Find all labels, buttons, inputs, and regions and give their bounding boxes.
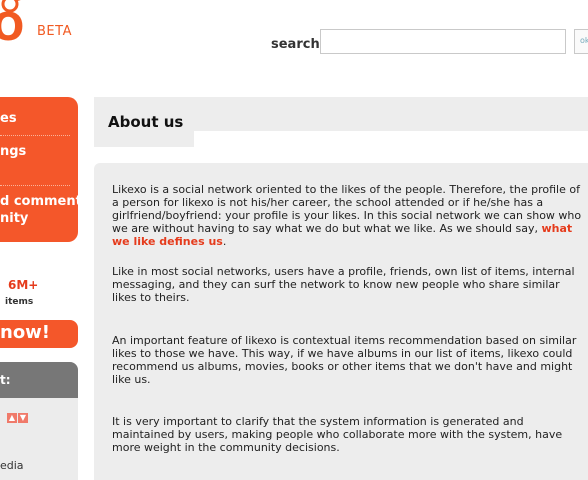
about-paragraph-3: An important feature of likexo is contex… [112, 334, 577, 386]
about-paragraph-2: Like in most social networks, users have… [112, 265, 575, 304]
items-count-label: items [5, 297, 34, 307]
side-menu-item[interactable]: d comment [0, 194, 82, 209]
arrow-down-icon[interactable]: ▼ [18, 413, 28, 423]
about-paragraph-1: Likexo is a social network oriented to t… [112, 183, 586, 248]
side-box-header: t: [0, 362, 78, 398]
side-menu-item[interactable]: es [0, 111, 17, 126]
side-box-title: t: [0, 373, 11, 387]
side-box-item[interactable]: edia [0, 459, 24, 472]
divider [0, 135, 70, 136]
side-menu-item[interactable]: nity [0, 211, 28, 226]
page-title: About us [108, 113, 184, 131]
page: O BETA search ok es ngs d comment nity 6… [0, 0, 588, 480]
about-paragraph-4: It is very important to clarify that the… [112, 415, 563, 454]
about-body: Likexo is a social network oriented to t… [94, 163, 588, 480]
about-paragraph-1-text: Likexo is a social network oriented to t… [112, 183, 582, 235]
divider [0, 185, 70, 186]
about-header: About us [94, 97, 588, 147]
items-count: 6M+ [8, 278, 39, 292]
join-now-button[interactable]: now! [0, 320, 78, 348]
side-box: t: ▲ ▼ edia [0, 362, 78, 480]
about-header-notch [194, 131, 588, 147]
search-label: search [271, 37, 320, 52]
search-input[interactable] [320, 29, 566, 54]
arrow-up-icon[interactable]: ▲ [7, 413, 17, 423]
search-button[interactable]: ok [574, 29, 588, 54]
about-paragraph-1-end: . [222, 235, 227, 248]
sort-arrows: ▲ ▼ [7, 405, 29, 424]
side-menu: es ngs d comment nity [0, 97, 82, 242]
beta-badge: BETA [37, 24, 72, 39]
side-menu-item[interactable]: ngs [0, 144, 26, 159]
logo-text: O [0, 5, 24, 49]
join-now-label: now! [0, 322, 51, 343]
